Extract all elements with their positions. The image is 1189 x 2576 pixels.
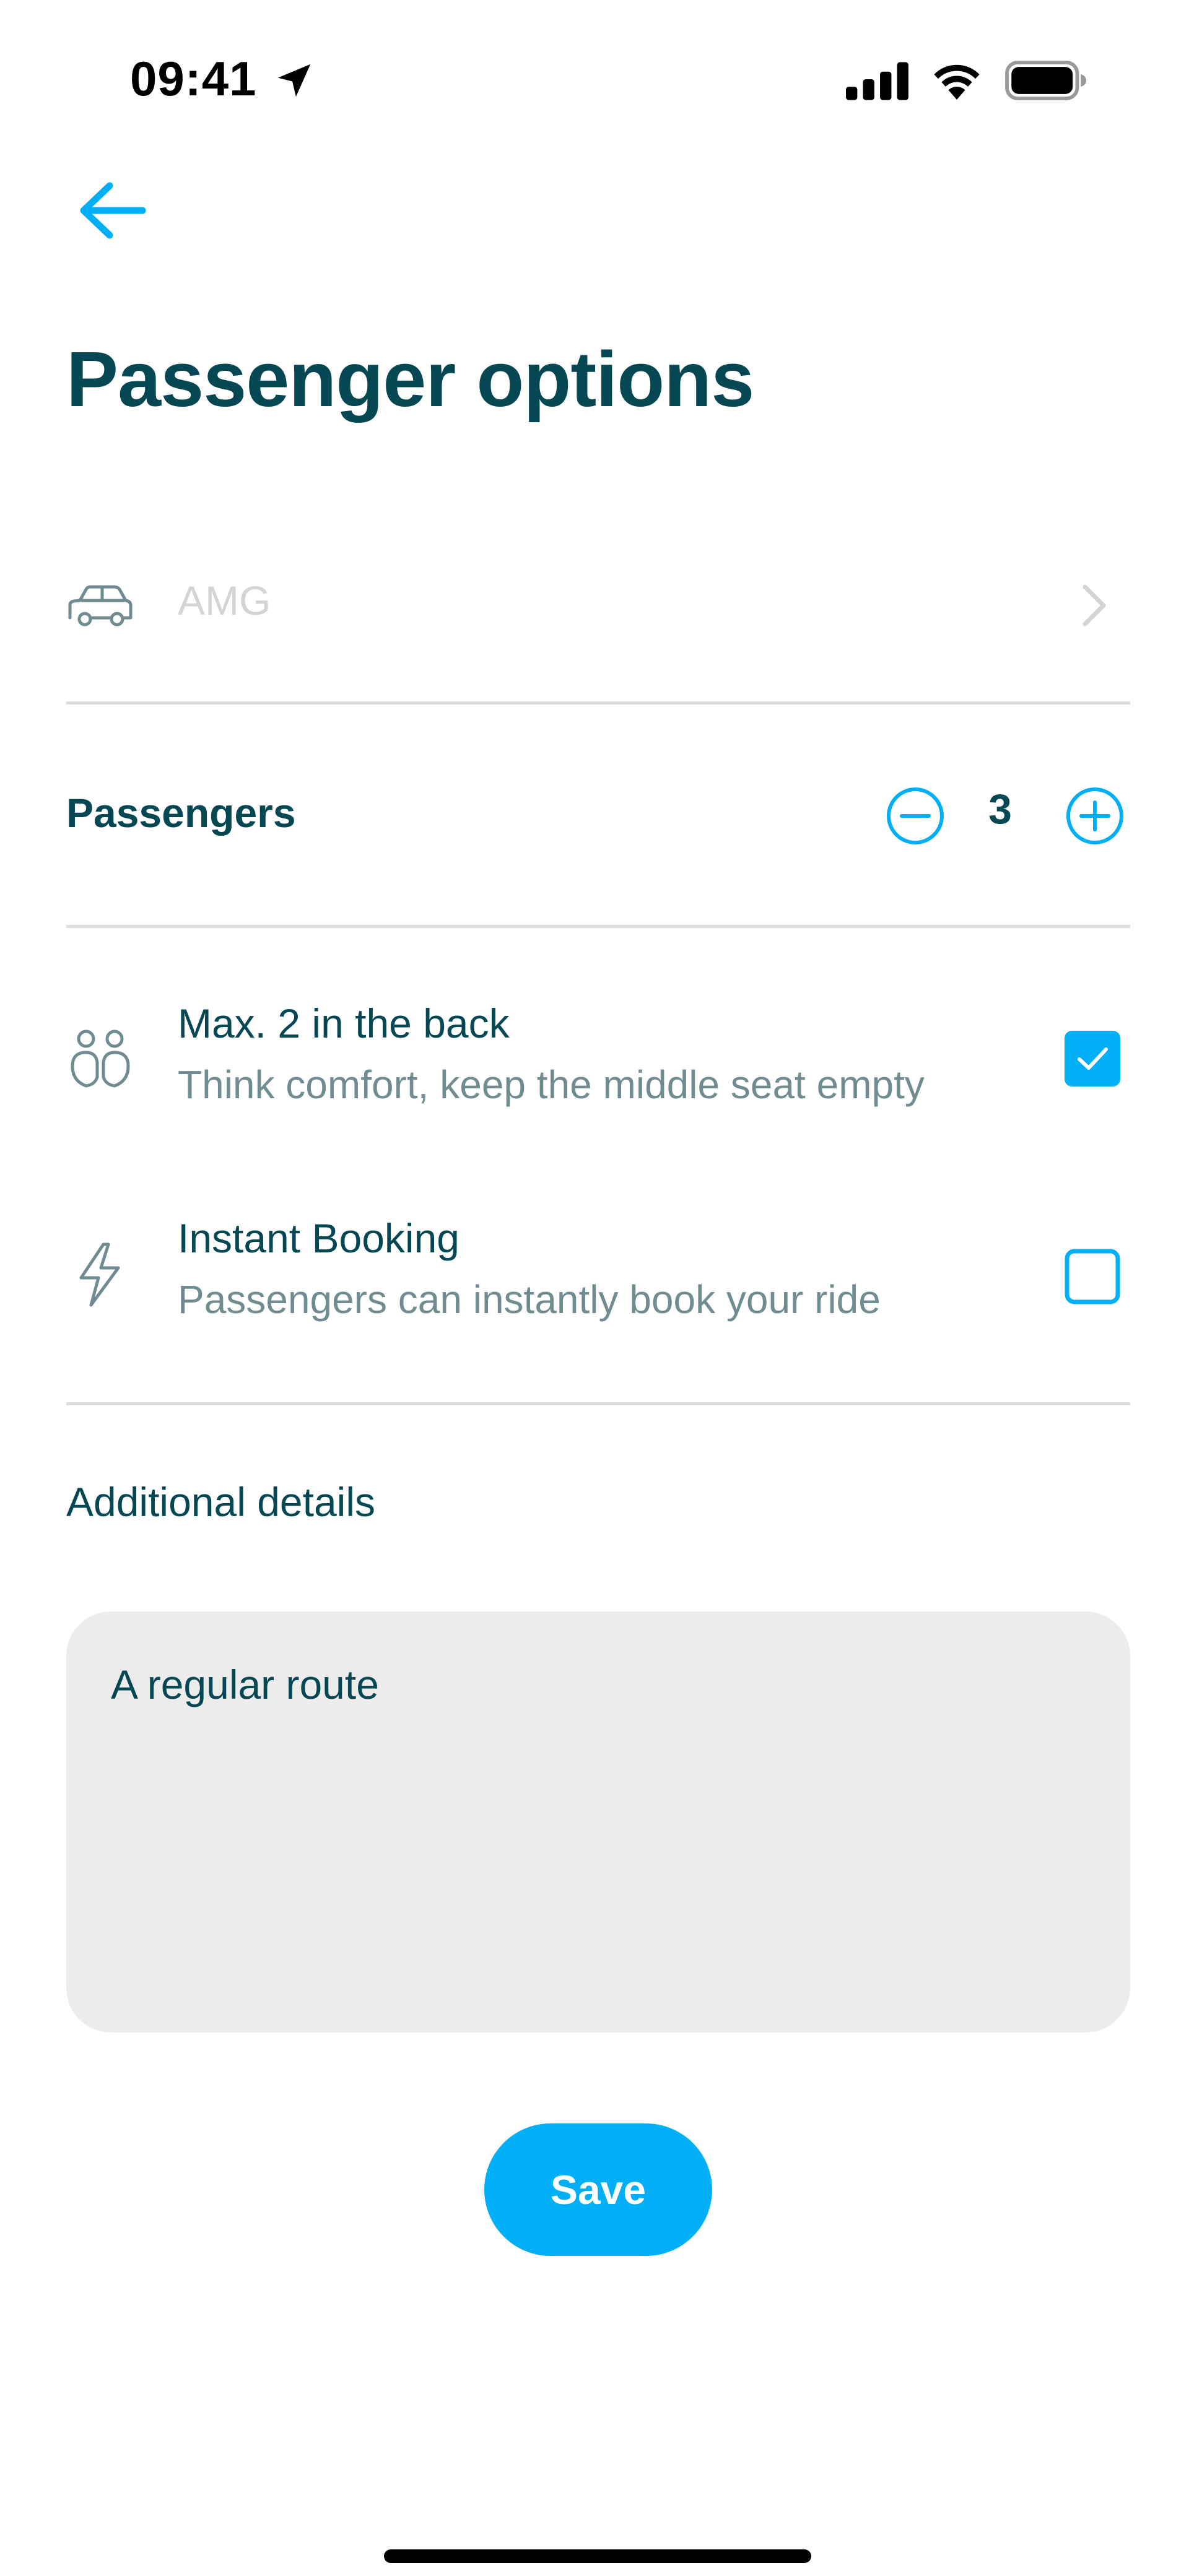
lightning-icon (79, 1242, 120, 1307)
max-two-in-back-option[interactable]: Max. 2 in the back Think comfort, keep t… (66, 1000, 1131, 1173)
plus-circle-icon (1066, 787, 1123, 844)
passenger-options-screen: 09:41 Passenger options AMG Passengers 3… (0, 0, 1189, 2576)
home-indicator (384, 2549, 811, 2563)
decrement-passengers-button[interactable] (886, 786, 945, 846)
max-two-in-back-checkbox[interactable] (1065, 1031, 1120, 1086)
option-subtitle: Passengers can instantly book your ride (178, 1277, 881, 1322)
option-title: Instant Booking (178, 1215, 459, 1261)
divider (66, 925, 1130, 928)
checkbox-checked-icon (1065, 1031, 1120, 1086)
option-title: Max. 2 in the back (178, 1000, 510, 1046)
checkbox-unchecked-icon (1065, 1249, 1120, 1304)
minus-circle-icon (887, 787, 944, 844)
battery-icon (1005, 61, 1086, 100)
page-title: Passenger options (66, 336, 754, 423)
option-subtitle: Think comfort, keep the middle seat empt… (178, 1062, 925, 1107)
additional-details-value: A regular route (111, 1662, 379, 1707)
instant-booking-checkbox[interactable] (1065, 1249, 1120, 1304)
divider (66, 701, 1130, 705)
increment-passengers-button[interactable] (1065, 786, 1125, 846)
passengers-label: Passengers (66, 790, 296, 836)
save-button[interactable]: Save (484, 2123, 712, 2256)
back-button[interactable] (71, 180, 152, 241)
divider (66, 1402, 1130, 1405)
wifi-icon (934, 64, 980, 100)
additional-details-label: Additional details (66, 1479, 375, 1525)
instant-booking-option[interactable]: Instant Booking Passengers can instantly… (66, 1215, 1131, 1388)
two-passengers-icon (71, 1030, 130, 1088)
arrow-left-icon (80, 182, 146, 239)
passenger-count: 3 (988, 786, 1012, 833)
car-icon (68, 585, 133, 627)
additional-details-textarea[interactable]: A regular route (66, 1611, 1130, 2032)
location-arrow-icon (277, 64, 311, 97)
status-time: 09:41 (130, 51, 257, 106)
car-label: AMG (178, 578, 271, 623)
cellular-signal-icon (846, 62, 908, 100)
status-bar: 09:41 (0, 0, 1189, 149)
car-selector-row[interactable]: AMG (66, 557, 1131, 700)
chevron-right-icon (1082, 584, 1106, 627)
